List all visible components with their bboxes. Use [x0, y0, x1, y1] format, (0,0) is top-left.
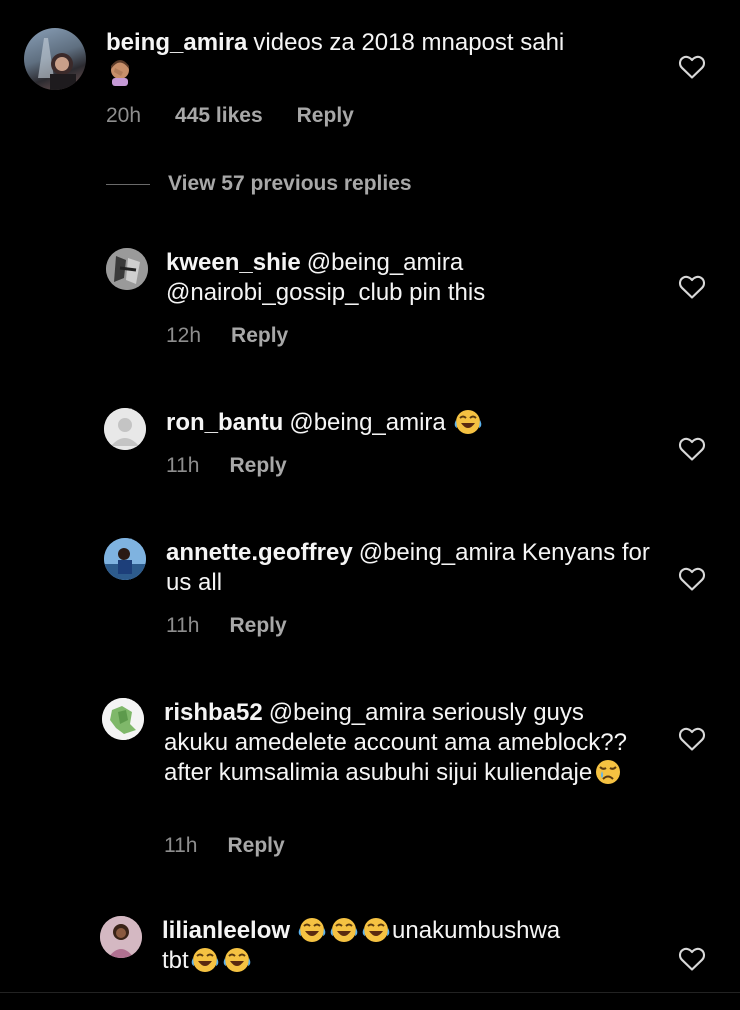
- reply-text: unakumbushwa: [392, 917, 561, 944]
- heart-icon[interactable]: [678, 566, 706, 592]
- heart-icon[interactable]: [678, 54, 706, 80]
- reply-time: 11h: [166, 454, 200, 477]
- reply-button[interactable]: Reply: [297, 104, 354, 128]
- view-previous-replies[interactable]: View 57 previous replies: [106, 172, 412, 196]
- comment-text: videos za 2018 mnapost sahi: [253, 29, 565, 56]
- reply-username[interactable]: annette.geoffrey: [166, 539, 353, 566]
- heart-icon[interactable]: [678, 946, 706, 972]
- reply-button[interactable]: Reply: [227, 834, 284, 858]
- view-replies-label[interactable]: View 57 previous replies: [168, 172, 412, 196]
- avatar[interactable]: [106, 248, 148, 290]
- laugh-emoji-icon: [297, 916, 327, 944]
- reply-username[interactable]: rishba52: [164, 699, 263, 726]
- reply-text: @being_amira: [289, 409, 446, 436]
- reply-button[interactable]: Reply: [231, 324, 288, 348]
- avatar[interactable]: [102, 698, 144, 740]
- laugh-emoji-icon: [361, 916, 391, 944]
- heart-icon[interactable]: [678, 726, 706, 752]
- reply-time: 11h: [166, 614, 200, 637]
- avatar[interactable]: [24, 28, 86, 90]
- reply-username[interactable]: ron_bantu: [166, 409, 283, 436]
- comment-time: 20h: [106, 104, 142, 127]
- avatar[interactable]: [104, 538, 146, 580]
- avatar[interactable]: [100, 916, 142, 958]
- heart-icon[interactable]: [678, 274, 706, 300]
- heart-icon[interactable]: [678, 436, 706, 462]
- comment-username[interactable]: being_amira: [106, 29, 247, 56]
- reply-time: 12h: [166, 324, 202, 347]
- divider-line: [106, 183, 150, 185]
- crying-emoji-icon: [593, 758, 623, 786]
- reply-username[interactable]: kween_shie: [166, 249, 301, 276]
- reply-username[interactable]: lilianleelow: [162, 917, 290, 944]
- avatar[interactable]: [104, 408, 146, 450]
- laugh-emoji-icon: [453, 408, 483, 436]
- facepalm-emoji-icon: [106, 60, 134, 92]
- reply-button[interactable]: Reply: [229, 614, 286, 638]
- reply-text-line2: tbt: [162, 947, 189, 974]
- reply-button[interactable]: Reply: [229, 454, 286, 478]
- reply-time: 11h: [164, 834, 198, 857]
- laugh-emoji-icon: [329, 916, 359, 944]
- laugh-emoji-icon: [190, 946, 220, 974]
- laugh-emoji-icon: [222, 946, 252, 974]
- bottom-divider: [0, 992, 740, 993]
- likes-count[interactable]: 445 likes: [175, 104, 263, 128]
